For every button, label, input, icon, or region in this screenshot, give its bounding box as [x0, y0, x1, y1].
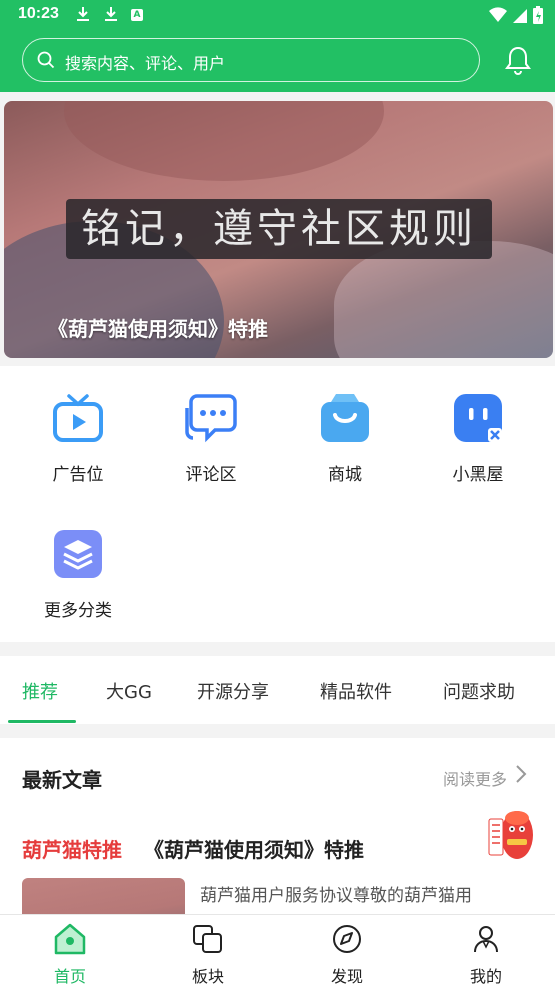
banner-carousel[interactable]: 铭记，遵守社区规则 《葫芦猫使用须知》特推: [4, 101, 553, 358]
shop-bag-icon: [319, 392, 371, 444]
battery-icon: [533, 6, 543, 28]
chevron-right-icon[interactable]: [515, 764, 527, 788]
banner-overlay-box: 铭记，遵守社区规则: [66, 199, 492, 259]
category-label: 广告位: [52, 465, 104, 485]
category-label: 小黑屋: [452, 465, 504, 485]
nav-label: 我的: [469, 967, 502, 986]
article-excerpt: 葫芦猫用户服务协议尊敬的葫芦猫用: [200, 886, 472, 906]
home-icon: [53, 923, 87, 959]
download-icon: [76, 6, 90, 26]
read-more-link[interactable]: 阅读更多: [443, 766, 507, 790]
tab-help[interactable]: 问题求助: [443, 678, 515, 704]
chat-icon: [185, 392, 237, 444]
signal-icon: [513, 8, 527, 27]
status-bar: 10:23 A: [0, 0, 555, 30]
status-icons: [489, 6, 543, 28]
latest-articles-section: 最新文章 阅读更多 葫芦猫特推 《葫芦猫使用须知》特推 葫芦猫用户服务协议尊敬的…: [0, 738, 555, 914]
tab-dagg[interactable]: 大GG: [106, 678, 152, 704]
board-icon: [191, 925, 225, 959]
search-bar[interactable]: 搜索内容、评论、用户: [22, 38, 480, 82]
compass-icon: [330, 925, 364, 959]
layers-icon: [52, 528, 104, 580]
nav-discover[interactable]: 发现: [307, 923, 387, 987]
nav-profile[interactable]: 我的: [446, 923, 526, 987]
search-icon: [37, 51, 55, 73]
category-label: 商城: [328, 465, 362, 485]
profile-icon: [469, 926, 503, 959]
nav-home[interactable]: 首页: [30, 923, 110, 987]
category-comments[interactable]: 评论区: [156, 392, 266, 485]
download-icon: [104, 6, 118, 26]
a-notification-icon: A: [131, 9, 143, 21]
category-label: 评论区: [185, 465, 237, 485]
banner-caption: 《葫芦猫使用须知》特推: [48, 317, 268, 341]
category-tabs: 推荐 大GG 开源分享 精品软件 问题求助: [0, 656, 555, 724]
bottom-nav: 首页 板块 发现 我的: [0, 914, 555, 989]
blackroom-icon: [452, 392, 504, 444]
nav-label: 首页: [53, 967, 86, 986]
article-title[interactable]: 《葫芦猫使用须知》特推: [144, 834, 364, 863]
bell-icon[interactable]: [505, 45, 531, 79]
tab-open-source[interactable]: 开源分享: [197, 678, 269, 704]
nav-label: 板块: [191, 967, 224, 986]
nav-boards[interactable]: 板块: [168, 923, 248, 987]
article-thumbnail[interactable]: [22, 878, 185, 914]
category-ad-slot[interactable]: 广告位: [23, 392, 133, 485]
category-blackroom[interactable]: 小黑屋: [423, 392, 533, 485]
top-header: 搜索内容、评论、用户: [0, 30, 555, 92]
tab-premium-software[interactable]: 精品软件: [320, 678, 392, 704]
category-label: 更多分类: [44, 601, 112, 621]
red-packet-mascot-icon[interactable]: [487, 805, 539, 867]
article-tag: 葫芦猫特推: [22, 838, 122, 862]
banner-art: [64, 101, 384, 181]
section-title: 最新文章: [22, 768, 102, 792]
banner-overlay-text: 铭记，遵守社区规则: [81, 206, 477, 252]
tab-recommend[interactable]: 推荐: [22, 678, 58, 704]
tab-active-indicator: [8, 720, 76, 723]
tv-icon: [52, 392, 104, 444]
category-more[interactable]: 更多分类: [23, 528, 133, 621]
search-input[interactable]: 搜索内容、评论、用户: [65, 50, 225, 74]
wifi-icon: [489, 7, 507, 27]
status-time: 10:23: [18, 5, 59, 22]
category-grid: 广告位 评论区 商城 小黑屋 更多分类: [0, 366, 555, 642]
nav-label: 发现: [330, 967, 363, 986]
category-shop[interactable]: 商城: [290, 392, 400, 485]
